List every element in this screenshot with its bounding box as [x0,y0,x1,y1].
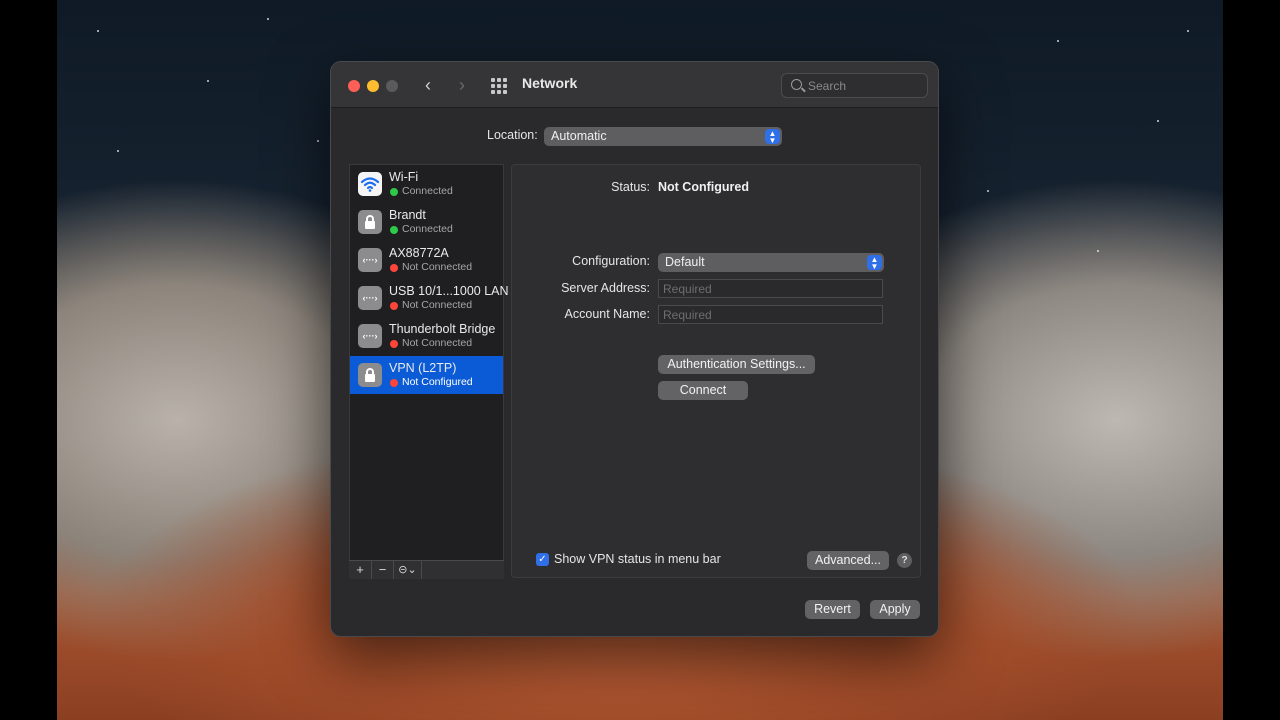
server-address-label: Server Address: [561,281,650,295]
status-dot-green [390,188,398,196]
action-menu-button[interactable]: ⊝⌄ [394,561,422,579]
location-label: Location: [487,128,538,142]
add-service-button[interactable]: + [349,561,372,579]
network-window: ‹ › Network Location: Automatic ▲▼ Wi-Fi… [330,61,939,637]
revert-button[interactable]: Revert [805,600,860,619]
lock-icon [358,363,382,387]
zoom-button[interactable] [386,80,398,92]
authentication-settings-button[interactable]: Authentication Settings... [658,355,815,374]
status-value: Not Configured [658,180,749,194]
status-dot-red [390,379,398,387]
status-dot-red [390,302,398,310]
search-field[interactable] [781,73,928,98]
service-item-brandt[interactable]: Brandt Connected [350,203,503,241]
service-name: VPN (L2TP) [389,361,457,375]
service-item-wifi[interactable]: Wi-Fi Connected [350,165,503,203]
close-button[interactable] [348,80,360,92]
service-list-toolbar: + − ⊝⌄ [349,560,504,579]
connect-button[interactable]: Connect [658,381,748,400]
account-name-label: Account Name: [564,307,650,321]
service-name: Brandt [389,208,426,222]
ethernet-icon: ‹···› [358,324,382,348]
account-name-field[interactable] [658,305,883,324]
service-item-usb-lan[interactable]: ‹···› USB 10/1...1000 LAN Not Connected [350,279,509,317]
service-name: USB 10/1...1000 LAN [389,284,509,298]
configuration-label: Configuration: [572,254,650,268]
service-status: Not Connected [402,299,473,311]
show-all-grid-icon[interactable] [491,78,507,94]
vpn-detail-panel: Status: Not Configured Configuration: De… [511,164,921,578]
show-vpn-status-checkbox[interactable]: ✓ [536,553,549,566]
server-address-field[interactable] [658,279,883,298]
apply-button[interactable]: Apply [870,600,920,619]
show-vpn-status-label: Show VPN status in menu bar [554,552,721,566]
popup-stepper-icon: ▲ ▼ [765,129,780,145]
ethernet-icon: ‹···› [358,286,382,310]
title-bar: ‹ › Network [331,62,938,108]
remove-service-button[interactable]: − [372,561,394,579]
service-item-vpn-l2tp[interactable]: VPN (L2TP) Not Configured [350,356,503,394]
service-name: AX88772A [389,246,449,260]
configuration-popup[interactable]: Default ▲ ▼ [658,253,884,272]
status-dot-green [390,226,398,234]
configuration-value: Default [665,255,705,269]
service-status: Not Connected [402,337,473,349]
service-status: Not Configured [402,376,473,388]
search-input[interactable] [808,77,923,95]
status-label: Status: [611,180,650,194]
lock-icon [358,210,382,234]
service-list: Wi-Fi Connected Brandt Connected ‹···› A… [349,164,509,578]
service-status: Connected [402,185,453,197]
help-button[interactable]: ? [897,553,912,568]
service-item-thunderbolt-bridge[interactable]: ‹···› Thunderbolt Bridge Not Connected [350,317,503,355]
service-name: Thunderbolt Bridge [389,322,496,336]
location-popup[interactable]: Automatic ▲ ▼ [544,127,782,146]
wifi-icon [358,172,382,196]
service-name: Wi-Fi [389,170,419,184]
service-status: Connected [402,223,453,235]
forward-chevron-icon[interactable]: › [451,74,473,96]
location-value: Automatic [551,129,607,143]
minimize-button[interactable] [367,80,379,92]
ethernet-icon: ‹···› [358,248,382,272]
search-icon [791,79,802,90]
advanced-button[interactable]: Advanced... [807,551,889,570]
status-dot-red [390,340,398,348]
service-status: Not Connected [402,261,473,273]
status-dot-red [390,264,398,272]
popup-stepper-icon: ▲ ▼ [867,255,882,271]
service-item-ax88772a[interactable]: ‹···› AX88772A Not Connected [350,241,503,279]
window-title: Network [522,75,578,91]
back-chevron-icon[interactable]: ‹ [417,74,439,96]
